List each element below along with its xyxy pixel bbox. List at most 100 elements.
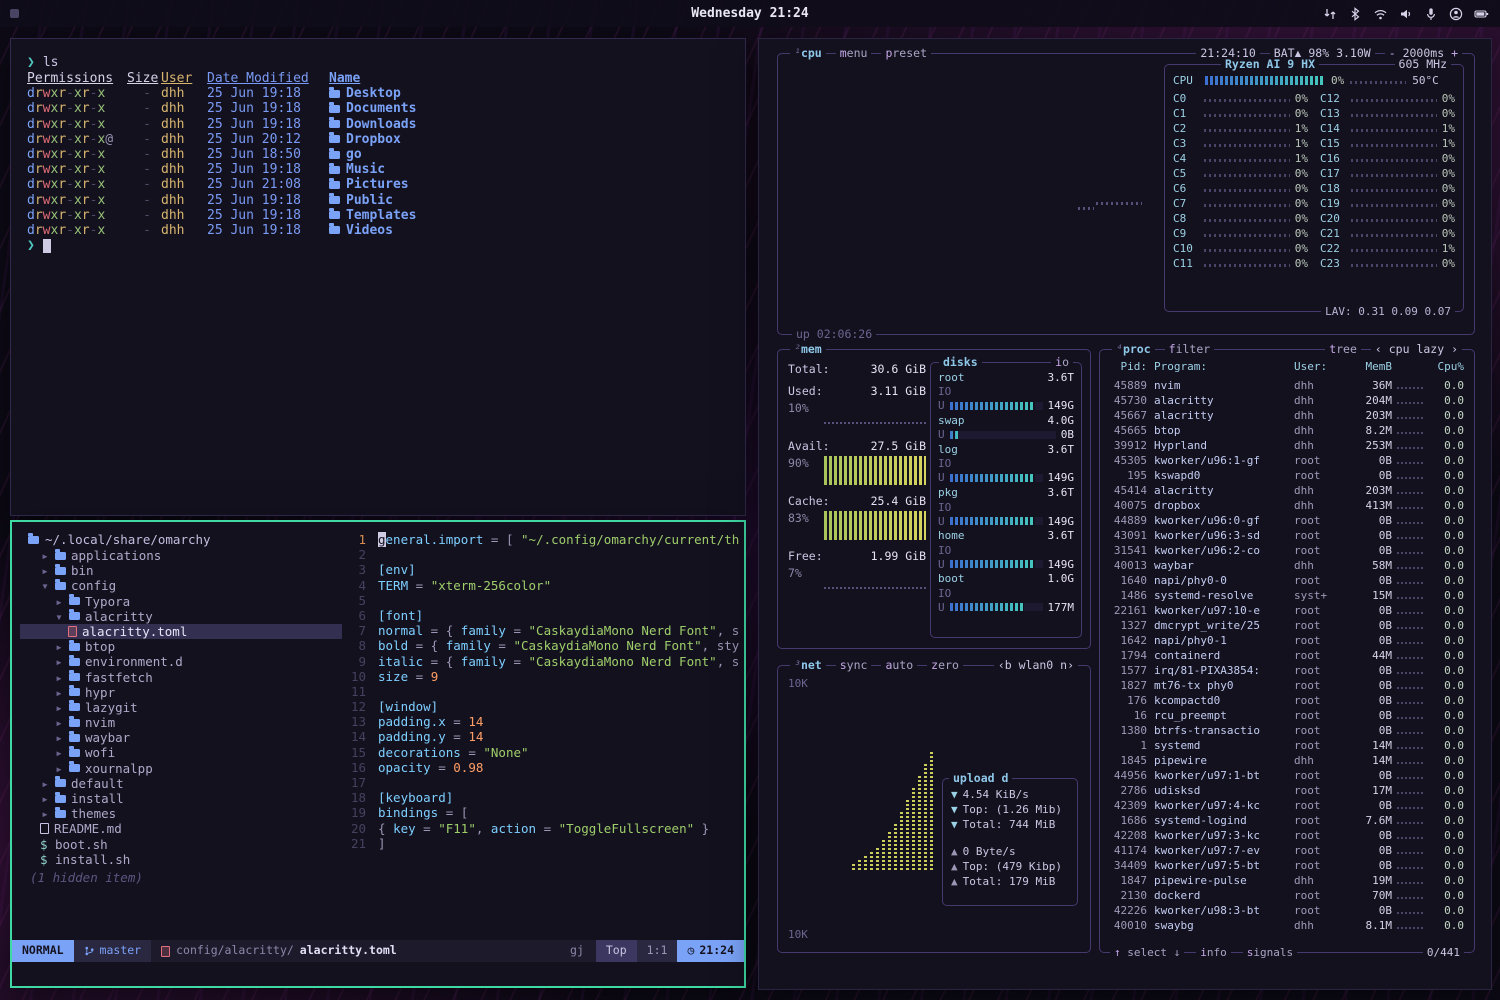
proc-row[interactable]: 22161kworker/u97:10-eroot0B0.0 bbox=[1108, 603, 1466, 618]
tree-item-wofi[interactable]: ▸wofi bbox=[20, 745, 342, 760]
code-line[interactable]: 21] bbox=[342, 836, 744, 851]
info-button[interactable]: info bbox=[1196, 945, 1231, 960]
proc-row[interactable]: 40075dropboxdhh413M0.0 bbox=[1108, 498, 1466, 513]
proc-row[interactable]: 34409kworker/u97:5-btroot0B0.0 bbox=[1108, 858, 1466, 873]
code-line[interactable]: 17 bbox=[342, 775, 744, 790]
tree-item-nvim[interactable]: ▸nvim bbox=[20, 715, 342, 730]
proc-row[interactable]: 45889nvimdhh36M0.0 bbox=[1108, 378, 1466, 393]
tree-item-xournalpp[interactable]: ▸xournalpp bbox=[20, 761, 342, 776]
tree-item-install[interactable]: ▸install bbox=[20, 791, 342, 806]
proc-row[interactable]: 42309kworker/u97:4-kcroot0B0.0 bbox=[1108, 798, 1466, 813]
code-line[interactable]: 5 bbox=[342, 593, 744, 608]
command-line[interactable] bbox=[12, 962, 744, 986]
code-line[interactable]: 11 bbox=[342, 684, 744, 699]
proc-row[interactable]: 40010swaybgdhh8.1M0.0 bbox=[1108, 918, 1466, 933]
tree-item-bin[interactable]: ▸bin bbox=[20, 563, 342, 578]
tree-item-lazygit[interactable]: ▸lazygit bbox=[20, 700, 342, 715]
proc-row[interactable]: 176kcompactd0root0B0.0 bbox=[1108, 693, 1466, 708]
auto-button[interactable]: auto bbox=[881, 658, 917, 673]
tree-item-environment-d[interactable]: ▸environment.d bbox=[20, 654, 342, 669]
code-line[interactable]: 13padding.x = 14 bbox=[342, 714, 744, 729]
proc-row[interactable]: 45667alacrittydhh203M0.0 bbox=[1108, 408, 1466, 423]
tree-item-readme-md[interactable]: README.md bbox=[20, 821, 342, 836]
microphone-icon[interactable] bbox=[1424, 7, 1438, 21]
proc-row[interactable]: 1686systemd-logindroot7.6M0.0 bbox=[1108, 813, 1466, 828]
code-line[interactable]: 12[window] bbox=[342, 699, 744, 714]
code-line[interactable]: 2 bbox=[342, 547, 744, 562]
proc-row[interactable]: 45305kworker/u96:1-gfroot0B0.0 bbox=[1108, 453, 1466, 468]
proc-row[interactable]: 1486systemd-resolvesyst+15M0.0 bbox=[1108, 588, 1466, 603]
workspace-indicator[interactable] bbox=[10, 9, 19, 18]
proc-row[interactable]: 1794containerdroot44M0.0 bbox=[1108, 648, 1466, 663]
code-line[interactable]: 18[keyboard] bbox=[342, 790, 744, 805]
proc-row[interactable]: 1327dmcrypt_write/25root0B0.0 bbox=[1108, 618, 1466, 633]
code-line[interactable]: 3[env] bbox=[342, 562, 744, 577]
tree-item-default[interactable]: ▸default bbox=[20, 776, 342, 791]
code-line[interactable]: 19bindings = [ bbox=[342, 805, 744, 820]
proc-column-header[interactable]: User: bbox=[1294, 359, 1346, 374]
proc-row[interactable]: 1845pipewiredhh14M0.0 bbox=[1108, 753, 1466, 768]
proc-row[interactable]: 1642napi/phy0-1root0B0.0 bbox=[1108, 633, 1466, 648]
filter-button[interactable]: filter bbox=[1165, 342, 1215, 357]
tree-item-boot-sh[interactable]: $boot.sh bbox=[20, 837, 342, 852]
code-line[interactable]: 8bold = { family = "CaskaydiaMono Nerd F… bbox=[342, 638, 744, 653]
prompt-line-2[interactable]: ❯ bbox=[27, 238, 729, 254]
tree-item-themes[interactable]: ▸themes bbox=[20, 806, 342, 821]
proc-row[interactable]: 31541kworker/u96:2-coroot0B0.0 bbox=[1108, 543, 1466, 558]
sort-selector[interactable]: ‹ cpu lazy › bbox=[1371, 342, 1462, 357]
proc-row[interactable]: 45730alacrittydhh204M0.0 bbox=[1108, 393, 1466, 408]
proc-row[interactable]: 1577irq/81-PIXA3854:root0B0.0 bbox=[1108, 663, 1466, 678]
proc-row[interactable]: 44889kworker/u96:0-gfroot0B0.0 bbox=[1108, 513, 1466, 528]
select-buttons[interactable]: ↑ select ↓ bbox=[1110, 945, 1184, 960]
proc-row[interactable]: 40013waybardhh58M0.0 bbox=[1108, 558, 1466, 573]
volume-icon[interactable] bbox=[1399, 7, 1413, 21]
code-line[interactable]: 7normal = { family = "CaskaydiaMono Nerd… bbox=[342, 623, 744, 638]
proc-row[interactable]: 2786udisksdroot17M0.0 bbox=[1108, 783, 1466, 798]
proc-column-header[interactable]: Cpu% bbox=[1428, 359, 1466, 374]
tree-item-fastfetch[interactable]: ▸fastfetch bbox=[20, 670, 342, 685]
bluetooth-icon[interactable] bbox=[1348, 7, 1362, 21]
io-mode-button[interactable]: io bbox=[1051, 355, 1073, 370]
tree-item-waybar[interactable]: ▸waybar bbox=[20, 730, 342, 745]
proc-row[interactable]: 195kswapd0root0B0.0 bbox=[1108, 468, 1466, 483]
tree-item-hypr[interactable]: ▸hypr bbox=[20, 685, 342, 700]
wifi-icon[interactable] bbox=[1373, 7, 1388, 21]
user-icon[interactable] bbox=[1449, 7, 1463, 21]
proc-row[interactable]: 1640napi/phy0-0root0B0.0 bbox=[1108, 573, 1466, 588]
tree-item-typora[interactable]: ▸Typora bbox=[20, 594, 342, 609]
code-line[interactable]: 14padding.y = 14 bbox=[342, 729, 744, 744]
code-line[interactable]: 6[font] bbox=[342, 608, 744, 623]
proc-row[interactable]: 43091kworker/u96:3-sdroot0B0.0 bbox=[1108, 528, 1466, 543]
proc-row[interactable]: 45414alacrittydhh203M0.0 bbox=[1108, 483, 1466, 498]
proc-column-header[interactable]: MemB bbox=[1346, 359, 1392, 374]
proc-row[interactable]: 42226kworker/u98:3-btroot0B0.0 bbox=[1108, 903, 1466, 918]
proc-row[interactable]: 44956kworker/u97:1-btroot0B0.0 bbox=[1108, 768, 1466, 783]
proc-row[interactable]: 42208kworker/u97:3-kcroot0B0.0 bbox=[1108, 828, 1466, 843]
interval-plus[interactable]: + bbox=[1451, 46, 1458, 60]
menu-button[interactable]: menu bbox=[836, 46, 872, 61]
proc-row[interactable]: 2130dockerdroot70M0.0 bbox=[1108, 888, 1466, 903]
signals-button[interactable]: signals bbox=[1243, 945, 1297, 960]
tree-item-btop[interactable]: ▸btop bbox=[20, 639, 342, 654]
proc-row[interactable]: 1380btrfs-transactioroot0B0.0 bbox=[1108, 723, 1466, 738]
tree-item-applications[interactable]: ▸applications bbox=[20, 548, 342, 563]
tree-item-alacritty-toml[interactable]: alacritty.toml bbox=[20, 624, 342, 639]
code-line[interactable]: 1general.import = [ "~/.config/omarchy/c… bbox=[342, 532, 744, 547]
proc-row[interactable]: 41174kworker/u97:7-evroot0B0.0 bbox=[1108, 843, 1466, 858]
proc-row[interactable]: 1systemdroot14M0.0 bbox=[1108, 738, 1466, 753]
code-line[interactable]: 16opacity = 0.98 bbox=[342, 760, 744, 775]
proc-row[interactable]: 39912Hyprlanddhh253M0.0 bbox=[1108, 438, 1466, 453]
tree-root[interactable]: ~/.local/share/omarchy bbox=[20, 532, 342, 548]
proc-column-header[interactable]: Pid: bbox=[1108, 359, 1154, 374]
code-line[interactable]: 15decorations = "None" bbox=[342, 745, 744, 760]
zero-button[interactable]: zero bbox=[927, 658, 963, 673]
interface-selector[interactable]: ‹b wlan0 n› bbox=[994, 658, 1078, 673]
tree-toggle-button[interactable]: tree bbox=[1325, 342, 1361, 357]
proc-column-header[interactable]: Program: bbox=[1154, 359, 1294, 374]
sync-button[interactable]: sync bbox=[836, 658, 872, 673]
proc-row[interactable]: 45665btopdhh8.2M0.0 bbox=[1108, 423, 1466, 438]
tree-item-alacritty[interactable]: ▾alacritty bbox=[20, 609, 342, 624]
tree-item-install-sh[interactable]: $install.sh bbox=[20, 852, 342, 867]
proc-row[interactable]: 16rcu_preemptroot0B0.0 bbox=[1108, 708, 1466, 723]
preset-button[interactable]: preset bbox=[881, 46, 931, 61]
